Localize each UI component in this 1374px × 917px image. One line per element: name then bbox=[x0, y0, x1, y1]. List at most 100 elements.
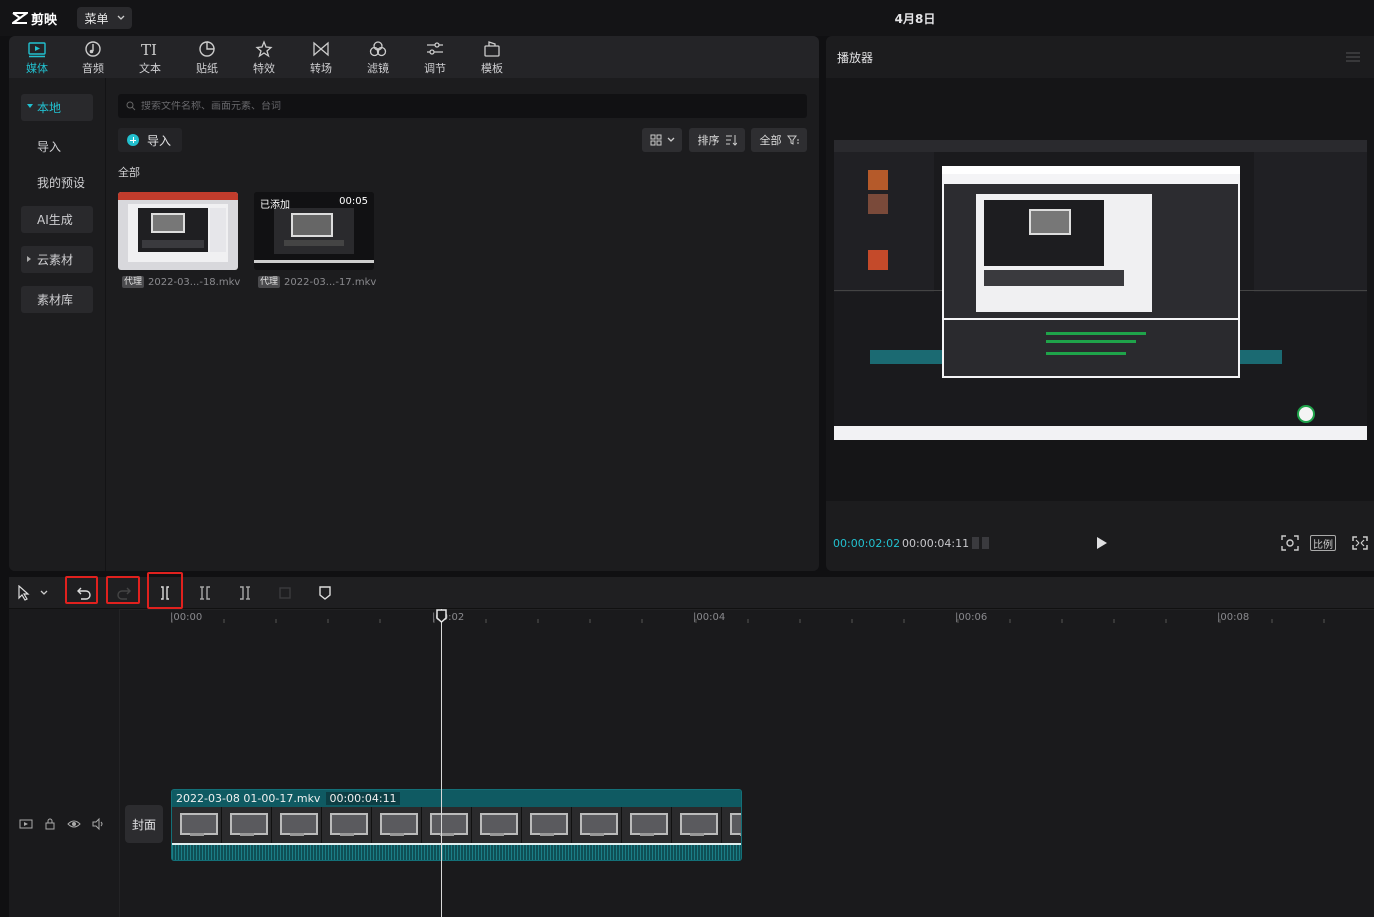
tick-label: |00:08 bbox=[1217, 612, 1250, 623]
plus-icon bbox=[127, 134, 139, 146]
media-thumbnail[interactable] bbox=[118, 192, 238, 270]
clip-duration: 00:00:04:11 bbox=[326, 792, 400, 805]
trim-right-icon bbox=[240, 586, 250, 600]
time-ruler[interactable]: |00:00 |00:02 |00:04 |00:06 |00:08 bbox=[120, 609, 1374, 627]
audio-waveform bbox=[172, 843, 741, 860]
clip-duration: 00:05 bbox=[339, 196, 368, 207]
delete-button[interactable] bbox=[274, 582, 296, 604]
search-icon bbox=[126, 101, 136, 111]
trim-left-icon bbox=[200, 586, 210, 600]
collapse-arrow-icon bbox=[27, 256, 31, 262]
top-bar: 剪映 菜单 4月8日 bbox=[0, 0, 1374, 36]
filmstrip-frame bbox=[572, 807, 622, 843]
tab-audio[interactable]: 音频 bbox=[73, 40, 113, 76]
chevron-down-icon bbox=[117, 15, 124, 20]
eye-icon[interactable] bbox=[67, 817, 81, 831]
fullscreen-icon[interactable] bbox=[1350, 534, 1370, 552]
sidebar-item-ai[interactable]: AI生成 bbox=[21, 206, 93, 233]
player-panel: 播放器 00:00:02:02 00:00:04:11 比例 bbox=[826, 36, 1374, 571]
app-name: 剪映 bbox=[31, 12, 58, 28]
import-button[interactable]: 导入 bbox=[118, 128, 182, 152]
sidebar-item-cloud[interactable]: 云素材 bbox=[21, 246, 93, 273]
effects-icon bbox=[255, 40, 273, 58]
capcut-logo-icon bbox=[12, 12, 28, 24]
filmstrip-frame bbox=[422, 807, 472, 843]
tab-text[interactable]: TI 文本 bbox=[130, 40, 170, 76]
fit-screen-icon[interactable] bbox=[1280, 534, 1300, 552]
sort-icon bbox=[725, 135, 737, 146]
filmstrip-frame bbox=[472, 807, 522, 843]
play-icon[interactable] bbox=[1094, 536, 1108, 550]
highlight-box-split bbox=[147, 572, 183, 609]
media-panel: 媒体 音频 TI 文本 贴纸 特效 转场 滤镜 调节 模板 本地 导入 我的预设… bbox=[9, 36, 819, 571]
video-track-icon[interactable] bbox=[19, 817, 33, 831]
media-thumbnail[interactable]: 已添加 00:05 bbox=[254, 192, 374, 270]
hamburger-menu-icon[interactable] bbox=[1346, 52, 1360, 62]
menu-label: 菜单 bbox=[84, 11, 109, 26]
waveform-icon[interactable] bbox=[970, 534, 992, 552]
tab-effects[interactable]: 特效 bbox=[244, 40, 284, 76]
video-preview[interactable] bbox=[834, 140, 1367, 440]
sidebar-item-local[interactable]: 本地 bbox=[21, 94, 93, 121]
total-time: 00:00:04:11 bbox=[902, 537, 970, 550]
playhead-handle-icon[interactable] bbox=[436, 609, 447, 623]
sidebar-item-import[interactable]: 导入 bbox=[21, 133, 93, 160]
lock-icon[interactable] bbox=[43, 817, 57, 831]
app-logo: 剪映 bbox=[12, 9, 58, 28]
filmstrip-frame bbox=[272, 807, 322, 843]
category-tabs: 媒体 音频 TI 文本 贴纸 特效 转场 滤镜 调节 模板 bbox=[9, 36, 819, 78]
video-clip[interactable]: 2022-03-08 01-00-17.mkv 00:00:04:11 bbox=[171, 789, 742, 861]
proxy-tag: 代理 bbox=[122, 276, 145, 288]
tick-label: |00:06 bbox=[955, 612, 988, 623]
current-time: 00:00:02:02 bbox=[833, 537, 901, 550]
tab-media[interactable]: 媒体 bbox=[17, 40, 57, 76]
mark-button[interactable] bbox=[314, 582, 336, 604]
text-icon: TI bbox=[141, 41, 157, 58]
track-header-column bbox=[9, 609, 120, 917]
aspect-ratio-button[interactable]: 比例 bbox=[1310, 535, 1336, 551]
media-sidebar: 本地 导入 我的预设 AI生成 云素材 素材库 bbox=[9, 78, 106, 571]
sidebar-item-library[interactable]: 素材库 bbox=[21, 286, 93, 313]
tab-adjust[interactable]: 调节 bbox=[415, 40, 455, 76]
tab-filter[interactable]: 滤镜 bbox=[358, 40, 398, 76]
filmstrip-frame bbox=[172, 807, 222, 843]
clip-filmstrip bbox=[172, 807, 741, 843]
media-icon bbox=[28, 42, 46, 58]
filmstrip-frame bbox=[722, 807, 741, 843]
filmstrip-frame bbox=[672, 807, 722, 843]
trim-left-button[interactable] bbox=[194, 582, 216, 604]
cover-button[interactable]: 封面 bbox=[125, 805, 163, 843]
template-icon bbox=[484, 41, 500, 57]
select-tool-button[interactable] bbox=[13, 582, 35, 604]
video-thumbnail-image bbox=[118, 192, 238, 270]
filmstrip-frame bbox=[372, 807, 422, 843]
track-controls bbox=[19, 817, 105, 831]
shield-icon bbox=[319, 586, 331, 600]
filmstrip-frame bbox=[322, 807, 372, 843]
trim-right-button[interactable] bbox=[234, 582, 256, 604]
sidebar-item-presets[interactable]: 我的预设 bbox=[21, 169, 93, 196]
filter-funnel-icon bbox=[786, 135, 799, 145]
video-frame-image bbox=[834, 140, 1367, 440]
ruler-ticks bbox=[120, 609, 1374, 623]
media-file-name: 2022-03...-18.mkv bbox=[148, 276, 241, 288]
expand-arrow-icon bbox=[27, 104, 33, 108]
sticker-icon bbox=[199, 41, 215, 57]
tab-sticker[interactable]: 贴纸 bbox=[187, 40, 227, 76]
view-mode-button[interactable] bbox=[642, 128, 682, 152]
tick-label: |00:00 bbox=[170, 612, 203, 623]
select-tool-dropdown[interactable] bbox=[37, 582, 51, 604]
filter-button[interactable]: 全部 bbox=[751, 128, 807, 152]
sort-button[interactable]: 排序 bbox=[689, 128, 745, 152]
playhead-line bbox=[441, 609, 442, 917]
search-input[interactable] bbox=[141, 100, 781, 112]
section-label: 全部 bbox=[118, 166, 140, 179]
tab-transition[interactable]: 转场 bbox=[301, 40, 341, 76]
volume-icon[interactable] bbox=[91, 817, 105, 831]
media-file-caption: 代理 2022-03...-18.mkv bbox=[122, 276, 240, 288]
menu-button[interactable]: 菜单 bbox=[77, 7, 132, 29]
chevron-down-icon bbox=[40, 590, 48, 595]
tab-template[interactable]: 模板 bbox=[472, 40, 512, 76]
media-file-caption: 代理 2022-03...-17.mkv bbox=[258, 276, 376, 288]
media-file-name: 2022-03...-17.mkv bbox=[284, 276, 377, 288]
